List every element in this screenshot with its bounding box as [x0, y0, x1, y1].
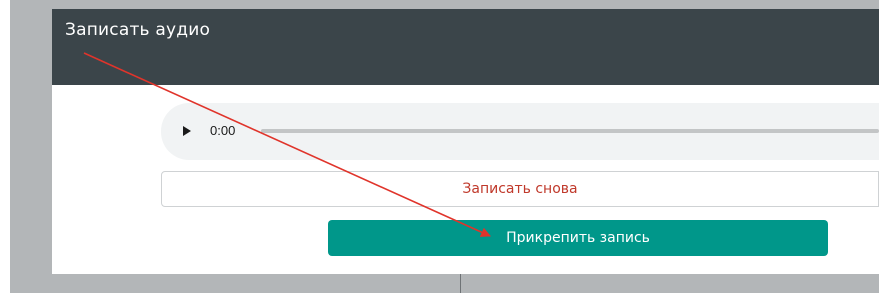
- audio-progress-bar[interactable]: [261, 129, 879, 133]
- record-again-button[interactable]: Записать снова: [161, 171, 879, 207]
- play-icon[interactable]: [183, 126, 191, 136]
- record-audio-dialog: Записать аудио 0:00 Записать снова Прикр…: [52, 9, 879, 274]
- dialog-title: Записать аудио: [65, 20, 211, 40]
- audio-current-time: 0:00: [210, 123, 236, 138]
- background-divider: [460, 274, 461, 293]
- attach-recording-button[interactable]: Прикрепить запись: [328, 220, 828, 256]
- audio-player[interactable]: 0:00: [161, 103, 879, 160]
- page-margin: [0, 0, 10, 293]
- dialog-header: Записать аудио: [52, 9, 879, 85]
